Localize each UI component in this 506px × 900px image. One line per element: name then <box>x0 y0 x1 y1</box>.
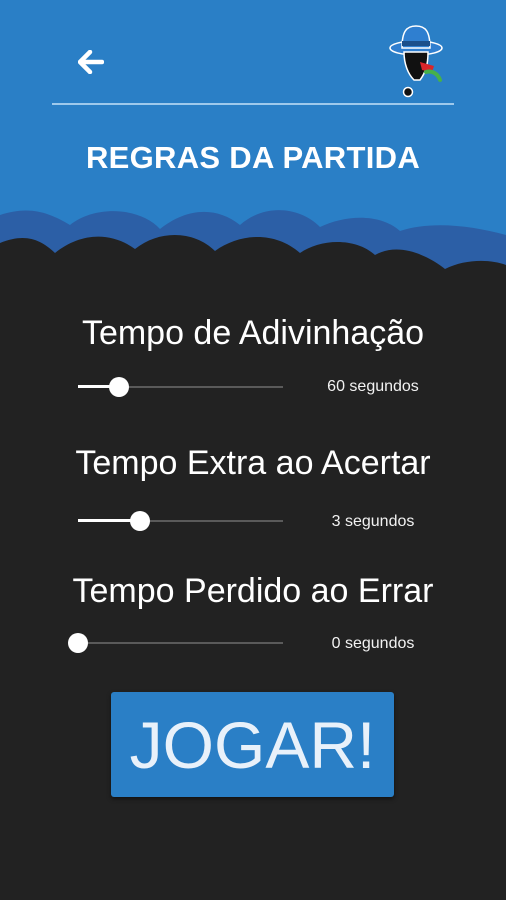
extra-time-slider[interactable] <box>78 509 283 533</box>
lost-time-value: 0 segundos <box>331 635 415 652</box>
slider-track <box>78 642 283 644</box>
extra-time-value: 3 segundos <box>331 513 415 530</box>
lost-time-slider[interactable] <box>68 631 283 655</box>
slider-thumb[interactable] <box>129 511 150 531</box>
play-button[interactable]: JOGAR! <box>111 692 394 797</box>
guess-time-value: 60 segundos <box>327 378 419 395</box>
setting-label-lost-time: Tempo Perdido ao Errar <box>72 572 434 610</box>
arrow-left-icon <box>78 50 104 74</box>
setting-label-extra-time: Tempo Extra ao Acertar <box>75 444 431 482</box>
back-button[interactable] <box>70 42 112 82</box>
slider-thumb[interactable] <box>68 633 88 653</box>
header-divider <box>52 103 454 105</box>
guess-time-slider[interactable] <box>78 375 283 399</box>
cloud-border <box>0 210 506 305</box>
page-title: REGRAS DA PARTIDA <box>85 140 421 175</box>
slider-thumb[interactable] <box>109 377 129 397</box>
setting-label-guess-time: Tempo de Adivinhação <box>81 314 425 352</box>
detective-mascot-icon <box>389 25 443 98</box>
